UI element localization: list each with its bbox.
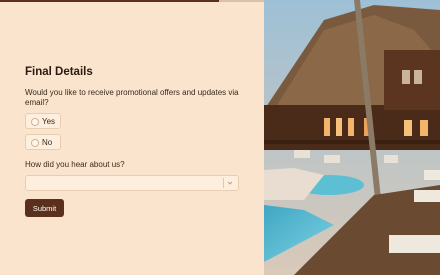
- form-panel: Final Details Would you like to receive …: [0, 0, 264, 275]
- source-select[interactable]: [25, 175, 239, 191]
- option-no-label: No: [42, 138, 53, 147]
- select-divider: [223, 178, 224, 188]
- option-yes[interactable]: Yes: [25, 113, 61, 129]
- chevron-down-icon[interactable]: [226, 178, 234, 188]
- radio-circle-icon[interactable]: [31, 118, 39, 126]
- page-title: Final Details: [25, 66, 93, 78]
- submit-button[interactable]: Submit: [25, 199, 64, 217]
- source-question-label: How did you hear about us?: [25, 160, 125, 169]
- option-yes-label: Yes: [42, 117, 56, 126]
- radio-circle-icon[interactable]: [31, 139, 39, 147]
- promo-question-label: Would you like to receive promotional of…: [25, 88, 239, 107]
- resort-photo: [264, 0, 440, 275]
- option-no[interactable]: No: [25, 134, 61, 150]
